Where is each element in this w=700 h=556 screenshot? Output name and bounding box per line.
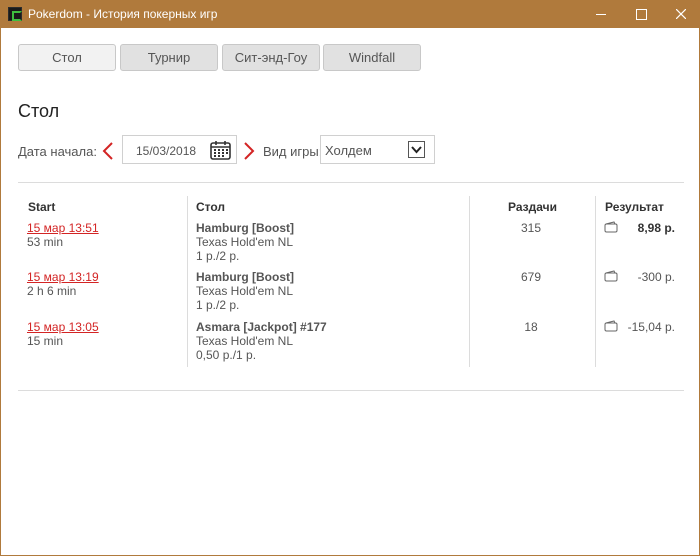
- session-result: 8,98 р.: [637, 221, 675, 235]
- hands-count: 18: [524, 320, 538, 334]
- table-name: Asmara [Jackpot] #177: [196, 320, 327, 334]
- game-type-value: Холдем: [325, 143, 372, 158]
- chevron-down-icon: [411, 146, 422, 154]
- hands-count: 679: [520, 270, 542, 284]
- header-table[interactable]: Стол: [196, 200, 225, 214]
- session-start-link[interactable]: 15 мар 13:51: [27, 221, 99, 235]
- game-type: Texas Hold'em NL: [196, 235, 293, 249]
- session-result: -300 р.: [637, 270, 675, 284]
- tab-sit-and-go[interactable]: Сит-энд-Гоу: [222, 44, 320, 71]
- session-duration: 15 min: [27, 334, 64, 348]
- session-start-link[interactable]: 15 мар 13:19: [27, 270, 99, 284]
- game-type: Texas Hold'em NL: [196, 284, 293, 298]
- stakes: 1 р./2 р.: [196, 298, 240, 312]
- chevron-right-icon[interactable]: [242, 141, 256, 161]
- stakes: 1 р./2 р.: [196, 249, 240, 263]
- session-duration: 2 h 6 min: [27, 284, 77, 298]
- header-result[interactable]: Результат: [605, 200, 664, 214]
- app-window: Pokerdom - История покерных игр Стол Тур…: [0, 0, 700, 556]
- header-hands[interactable]: Раздачи: [508, 200, 557, 214]
- window-title: Pokerdom - История покерных игр: [28, 7, 218, 21]
- wallet-icon: [604, 221, 618, 233]
- chevron-left-icon[interactable]: [101, 141, 115, 161]
- dropdown-button[interactable]: [408, 141, 425, 158]
- table-row: 15 мар 13:19 2 h 6 min Hamburg [Boost] T…: [1, 270, 699, 320]
- game-type-select[interactable]: Холдем: [320, 135, 435, 164]
- wallet-icon: [604, 320, 618, 332]
- stakes: 0,50 р./1 р.: [196, 348, 257, 362]
- start-date-value: 15/03/2018: [136, 144, 197, 158]
- page-title: Стол: [18, 101, 60, 121]
- table-row: 15 мар 13:05 15 min Asmara [Jackpot] #17…: [1, 320, 699, 370]
- table-row: 15 мар 13:51 53 min Hamburg [Boost] Texa…: [1, 221, 699, 271]
- start-date-field[interactable]: 15/03/2018: [122, 135, 237, 164]
- session-start-link[interactable]: 15 мар 13:05: [27, 320, 99, 334]
- table-name: Hamburg [Boost]: [196, 270, 294, 284]
- hands-count: 315: [520, 221, 542, 235]
- table-name: Hamburg [Boost]: [196, 221, 294, 235]
- main-content: Стол Турнир Сит-энд-Гоу Windfall Стол Да…: [1, 28, 699, 555]
- tab-windfall[interactable]: Windfall: [323, 44, 421, 71]
- game-type: Texas Hold'em NL: [196, 334, 293, 348]
- start-date-label: Дата начала:: [18, 144, 97, 159]
- pokerdom-logo-icon: [8, 7, 22, 21]
- title-bar[interactable]: Pokerdom - История покерных игр: [0, 0, 700, 28]
- wallet-icon: [604, 270, 618, 282]
- divider: [18, 390, 684, 391]
- session-duration: 53 min: [27, 235, 64, 249]
- tab-tournament[interactable]: Турнир: [120, 44, 218, 71]
- game-type-label: Вид игры:: [263, 144, 323, 159]
- header-start[interactable]: Start: [28, 200, 55, 214]
- close-button[interactable]: [658, 0, 700, 28]
- divider: [18, 182, 684, 183]
- close-icon: [676, 9, 686, 19]
- session-result: -15,04 р.: [627, 320, 675, 334]
- tab-table[interactable]: Стол: [18, 44, 116, 71]
- calendar-icon[interactable]: [210, 140, 231, 160]
